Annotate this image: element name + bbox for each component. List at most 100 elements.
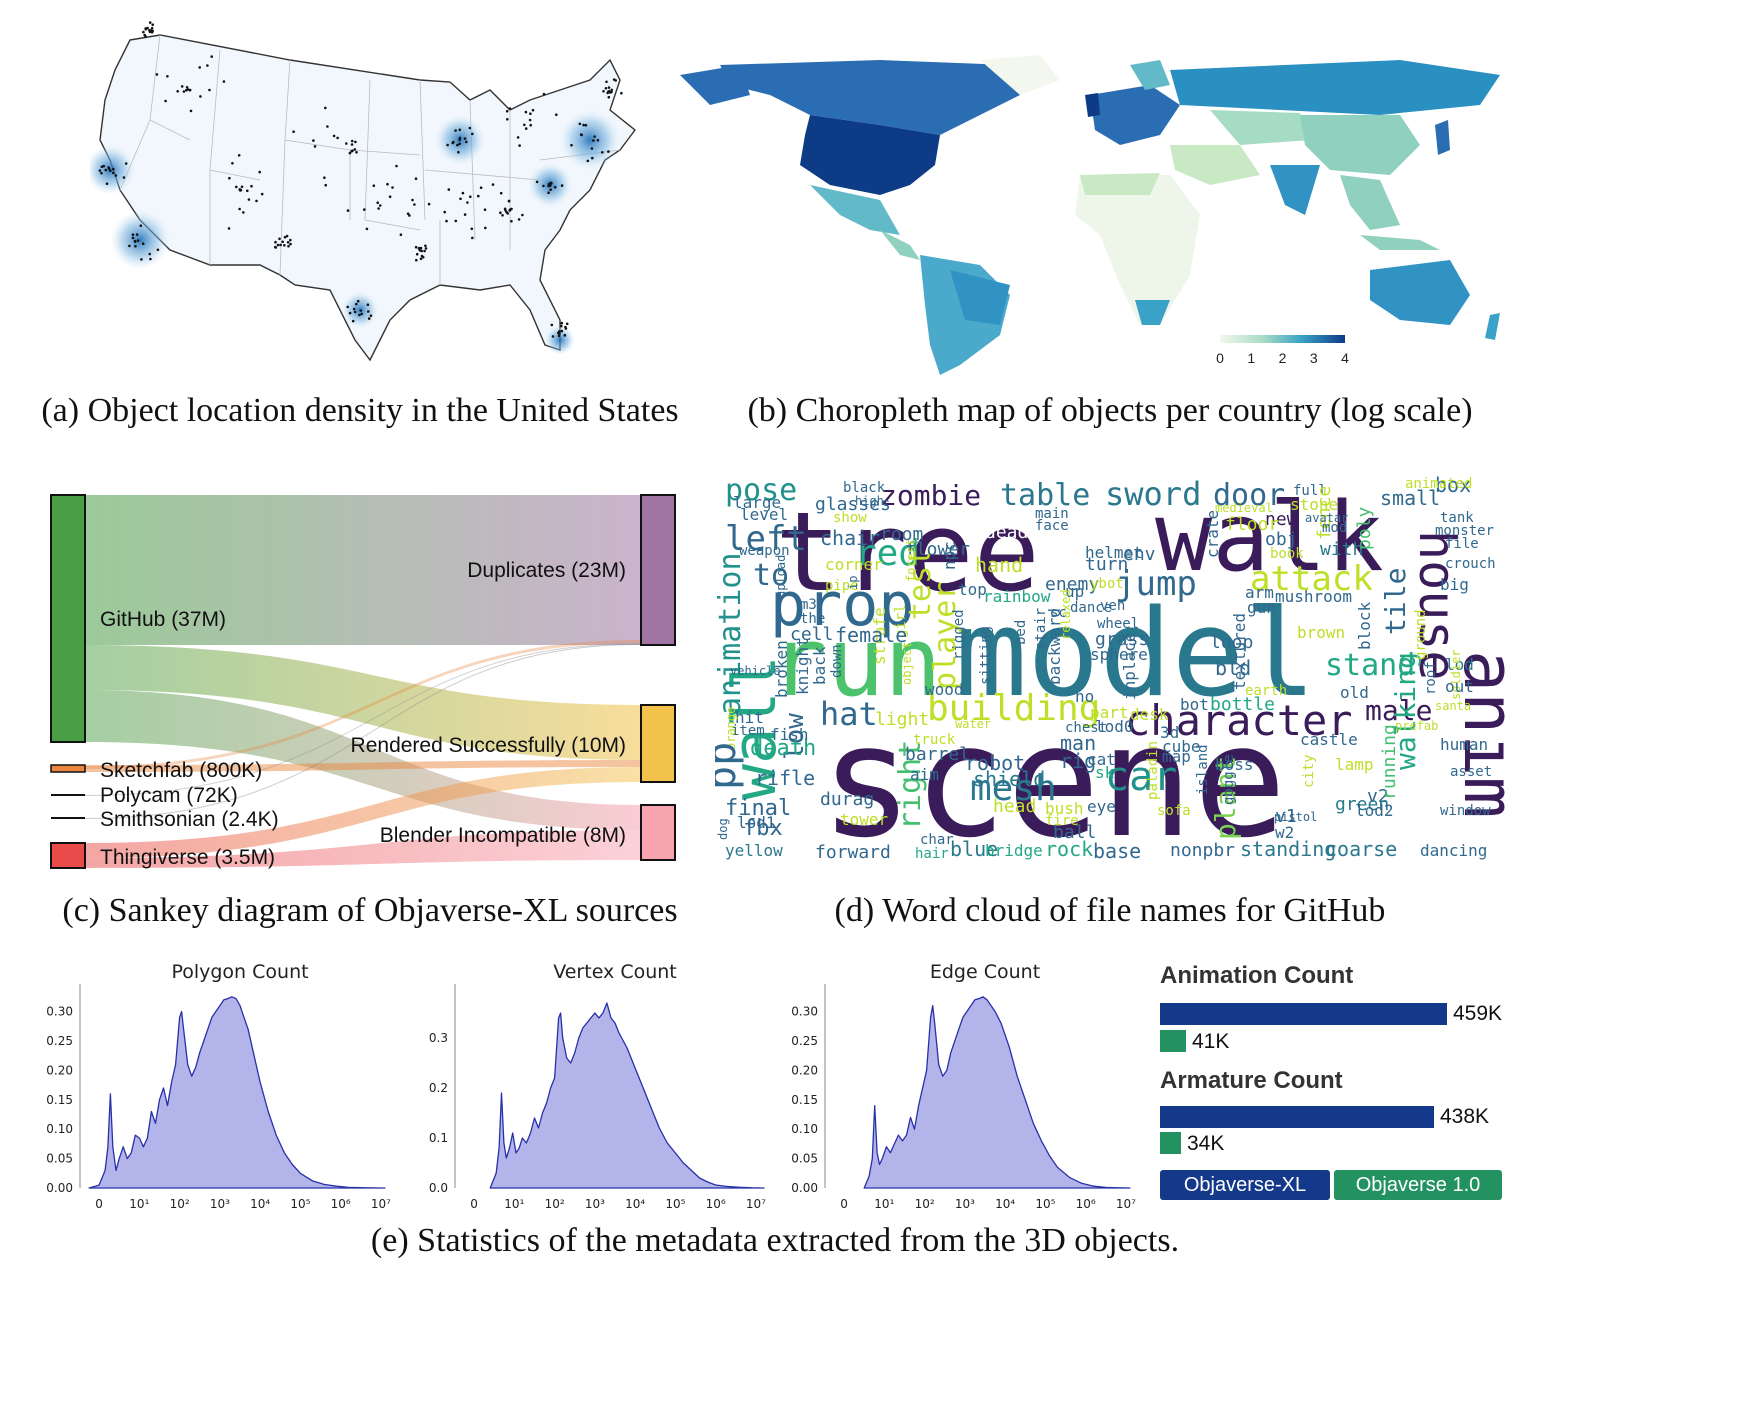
location-dot [176, 90, 179, 93]
plot-title: Edge Count [930, 961, 1040, 983]
node-incompatible [640, 804, 676, 861]
location-dot [509, 208, 512, 211]
y-tick: 0.05 [46, 1152, 73, 1166]
location-dot [114, 174, 118, 177]
location-dot [596, 139, 600, 142]
location-dot [139, 224, 143, 227]
location-dot [133, 239, 137, 243]
location-dot [547, 184, 550, 188]
location-dot [459, 197, 462, 201]
location-dot [140, 258, 143, 261]
x-tick: 10¹ [504, 1197, 524, 1210]
x-tick: 10² [545, 1197, 565, 1210]
y-tick: 0.00 [791, 1181, 818, 1195]
location-dot [499, 191, 503, 195]
location-dot [523, 123, 526, 127]
word-bridge: bridge [985, 841, 1043, 860]
location-dot [359, 309, 363, 312]
x-tick: 10³ [585, 1197, 605, 1210]
armature-label-v1: 34K [1187, 1132, 1225, 1155]
y-tick: 0.25 [791, 1034, 818, 1048]
location-dot [607, 95, 611, 99]
location-dot [238, 188, 242, 191]
location-dot [531, 108, 535, 112]
location-dot [227, 227, 231, 230]
location-dot [456, 143, 459, 147]
word-cloud: tree walkmodelscenerunpropanimhousecharac… [715, 473, 1505, 870]
location-dot [365, 227, 369, 231]
word-ground: ground [1413, 609, 1429, 660]
x-tick: 10⁴ [625, 1197, 645, 1210]
y-tick: 0.0 [429, 1181, 448, 1195]
x-tick: 10² [915, 1197, 935, 1210]
polygon-count-plot: Polygon Count 0.00 0.05 0.10 0.15 0.20 0.25 0.3… [46, 961, 391, 1210]
animation-bar-v1 [1160, 1030, 1186, 1052]
location-dot [185, 88, 188, 92]
location-dot [242, 211, 245, 214]
x-tick: 10⁴ [995, 1197, 1015, 1210]
location-dot [279, 243, 282, 247]
word-animated: animated [1405, 476, 1472, 492]
word-floor: floor [1225, 514, 1279, 535]
x-tick: 10¹ [129, 1197, 149, 1210]
location-dot [100, 165, 104, 169]
location-dot [427, 202, 431, 206]
location-dot [454, 129, 457, 132]
word-npc: npc [940, 541, 959, 570]
location-dot [276, 243, 280, 247]
location-dot [399, 233, 403, 236]
location-dot [414, 177, 418, 180]
location-dot [557, 334, 561, 338]
location-dot [367, 317, 371, 320]
location-dot [499, 211, 502, 214]
central-asia [1210, 110, 1310, 145]
location-dot [124, 162, 128, 165]
location-dot [463, 213, 467, 216]
word-light: light [875, 709, 929, 730]
location-dot [287, 244, 290, 248]
location-dot [564, 327, 568, 330]
location-dot [465, 140, 468, 144]
location-dot [510, 219, 513, 223]
x-tick: 10⁴ [250, 1197, 270, 1210]
word-object: object [900, 642, 914, 685]
y-tick: 0.15 [46, 1093, 73, 1107]
word-hand: hand [975, 553, 1023, 577]
location-dot [424, 244, 427, 248]
north-africa [1080, 173, 1160, 195]
word-goggle: goggle [1221, 754, 1237, 805]
word-poly: poly [1354, 506, 1375, 550]
location-dot [182, 90, 186, 93]
word-ybot: ybot [1090, 576, 1124, 592]
location-dot [283, 244, 286, 247]
location-dot [491, 183, 495, 186]
location-dot [350, 139, 354, 143]
word-island: island [1195, 744, 1211, 795]
label-github: GitHub (37M) [100, 608, 226, 631]
word-human: human [1440, 735, 1488, 754]
word-mod: mod [1322, 520, 1347, 536]
location-dot [238, 207, 241, 211]
location-dot [563, 333, 567, 337]
location-dot [292, 130, 295, 133]
location-dot [313, 145, 317, 148]
location-dot [506, 212, 510, 215]
indonesia [1360, 235, 1440, 250]
location-dot [420, 249, 424, 253]
word-rigged: rigged [951, 609, 967, 660]
location-dot [136, 239, 140, 242]
x-tick: 10⁵ [1035, 1197, 1055, 1210]
sankey-diagram: GitHub (37M) Sketchfab (800K) Polycam (7… [50, 494, 676, 869]
location-dot [366, 303, 370, 307]
location-dot [346, 209, 350, 212]
central-america [880, 230, 920, 260]
x-tick: 10⁶ [1076, 1197, 1096, 1210]
location-dot [274, 240, 277, 244]
word-hat: hat [820, 695, 878, 733]
location-dot [146, 26, 149, 30]
word-lod2: lod2 [1355, 801, 1394, 820]
location-dot [112, 171, 115, 175]
location-dot [524, 127, 528, 130]
word-fire: fire [1045, 813, 1079, 829]
word-pp: pp [715, 742, 745, 790]
